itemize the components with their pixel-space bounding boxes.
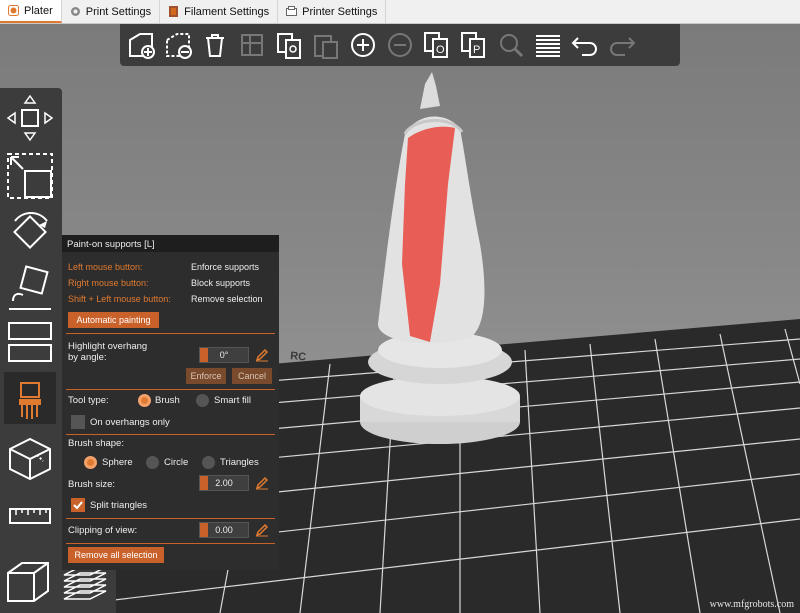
tab-label: Filament Settings [184,5,270,18]
highlight-label: Highlight overhang [68,341,148,352]
tool-smart-fill-label: Smart fill [214,395,251,406]
divider [66,518,275,519]
add-object-icon[interactable] [124,27,158,63]
enforce-button[interactable]: Enforce [186,368,226,384]
mouse-hint-value: Enforce supports [191,262,260,272]
tab-printer-settings[interactable]: Printer Settings [278,0,387,23]
brush-size-label: Brush size: [68,479,115,490]
rotate-icon[interactable] [4,206,56,258]
remove-all-selection-button[interactable]: Remove all selection [68,547,164,563]
angle-value: 0° [219,350,229,360]
watermark: www.mfgrobots.com [709,599,794,610]
paste-icon[interactable] [309,27,343,63]
mouse-hint-key: Right mouse button: [68,278,149,288]
split-triangles-checkbox[interactable] [71,498,85,512]
panel-title: Paint-on supports [L] [62,235,279,252]
shape-circle-label: Circle [164,457,189,468]
clipping-label: Clipping of view: [68,525,138,536]
shape-circle-radio[interactable] [146,456,159,469]
brush-shape-label: Brush shape: [68,438,124,449]
add-instance-icon[interactable] [346,27,380,63]
scale-icon[interactable] [4,150,56,202]
overhangs-only-checkbox[interactable] [71,415,85,429]
tab-label: Plater [24,4,53,17]
highlight-label-2: by angle: [68,352,107,363]
measure-icon[interactable] [4,490,56,542]
delete-all-icon[interactable] [198,27,232,63]
split-objects-icon[interactable]: O [420,27,454,63]
automatic-painting-button[interactable]: Automatic painting [68,312,159,328]
filament-icon [168,6,179,17]
clipping-value: 0.00 [215,525,233,535]
seam-painting-icon[interactable] [4,432,56,484]
cancel-button[interactable]: Cancel [232,368,272,384]
edit-icon[interactable] [255,348,269,362]
layers-editing-icon[interactable] [531,27,565,63]
paint-supports-icon[interactable] [4,372,56,424]
svg-text:RC: RC [290,350,307,363]
mouse-hint-key: Shift + Left mouse button: [68,294,171,304]
shape-triangles-label: Triangles [220,457,259,468]
shape-sphere-radio[interactable] [84,456,97,469]
tab-label: Printer Settings [302,5,378,18]
tab-filament-settings[interactable]: Filament Settings [160,0,279,23]
arrange-icon[interactable] [235,27,269,63]
tab-print-settings[interactable]: Print Settings [62,0,161,23]
svg-text:P: P [473,44,480,56]
undo-icon[interactable] [568,27,602,63]
clipping-slider[interactable]: 0.00 [199,522,249,538]
shape-sphere-label: Sphere [102,457,133,468]
tool-brush-radio[interactable] [138,394,151,407]
svg-text:O: O [436,44,445,56]
divider [66,389,275,390]
gizmo-toolbar [0,88,62,613]
split-parts-icon[interactable]: P [457,27,491,63]
brush-size-value: 2.00 [215,478,233,488]
tab-label: Print Settings [85,5,152,18]
plater-icon [8,5,19,16]
remove-instance-icon[interactable] [383,27,417,63]
overhang-angle-slider[interactable]: 0° [199,347,249,363]
redo-icon[interactable] [605,27,639,63]
place-on-face-icon[interactable] [4,262,56,314]
3d-view-icon[interactable] [4,557,52,612]
divider [66,543,275,544]
mouse-hint-value: Remove selection [191,294,263,304]
gear-icon [70,6,81,17]
divider [66,333,275,334]
cut-icon[interactable] [4,316,56,368]
edit-icon[interactable] [255,476,269,490]
mouse-hint-key: Left mouse button: [68,262,143,272]
move-icon[interactable] [4,92,56,144]
edit-icon[interactable] [255,523,269,537]
search-icon[interactable] [494,27,528,63]
tool-smart-fill-radio[interactable] [196,394,209,407]
tab-bar: Plater Print Settings Filament Settings … [0,0,800,24]
paint-supports-panel: Paint-on supports [L] Left mouse button:… [62,235,279,570]
printer-icon [286,6,298,17]
overhangs-only-label: On overhangs only [90,417,170,428]
divider [66,434,275,435]
delete-object-icon[interactable] [161,27,195,63]
tool-brush-label: Brush [155,395,180,406]
shape-triangles-radio[interactable] [202,456,215,469]
brush-size-slider[interactable]: 2.00 [199,475,249,491]
tool-type-label: Tool type: [68,395,109,406]
mouse-hint-value: Block supports [191,278,251,288]
tab-plater[interactable]: Plater [0,0,62,23]
split-triangles-label: Split triangles [90,500,148,511]
copy-icon[interactable] [272,27,306,63]
chess-knight-model [360,72,520,444]
top-toolbar: O P [120,24,680,66]
